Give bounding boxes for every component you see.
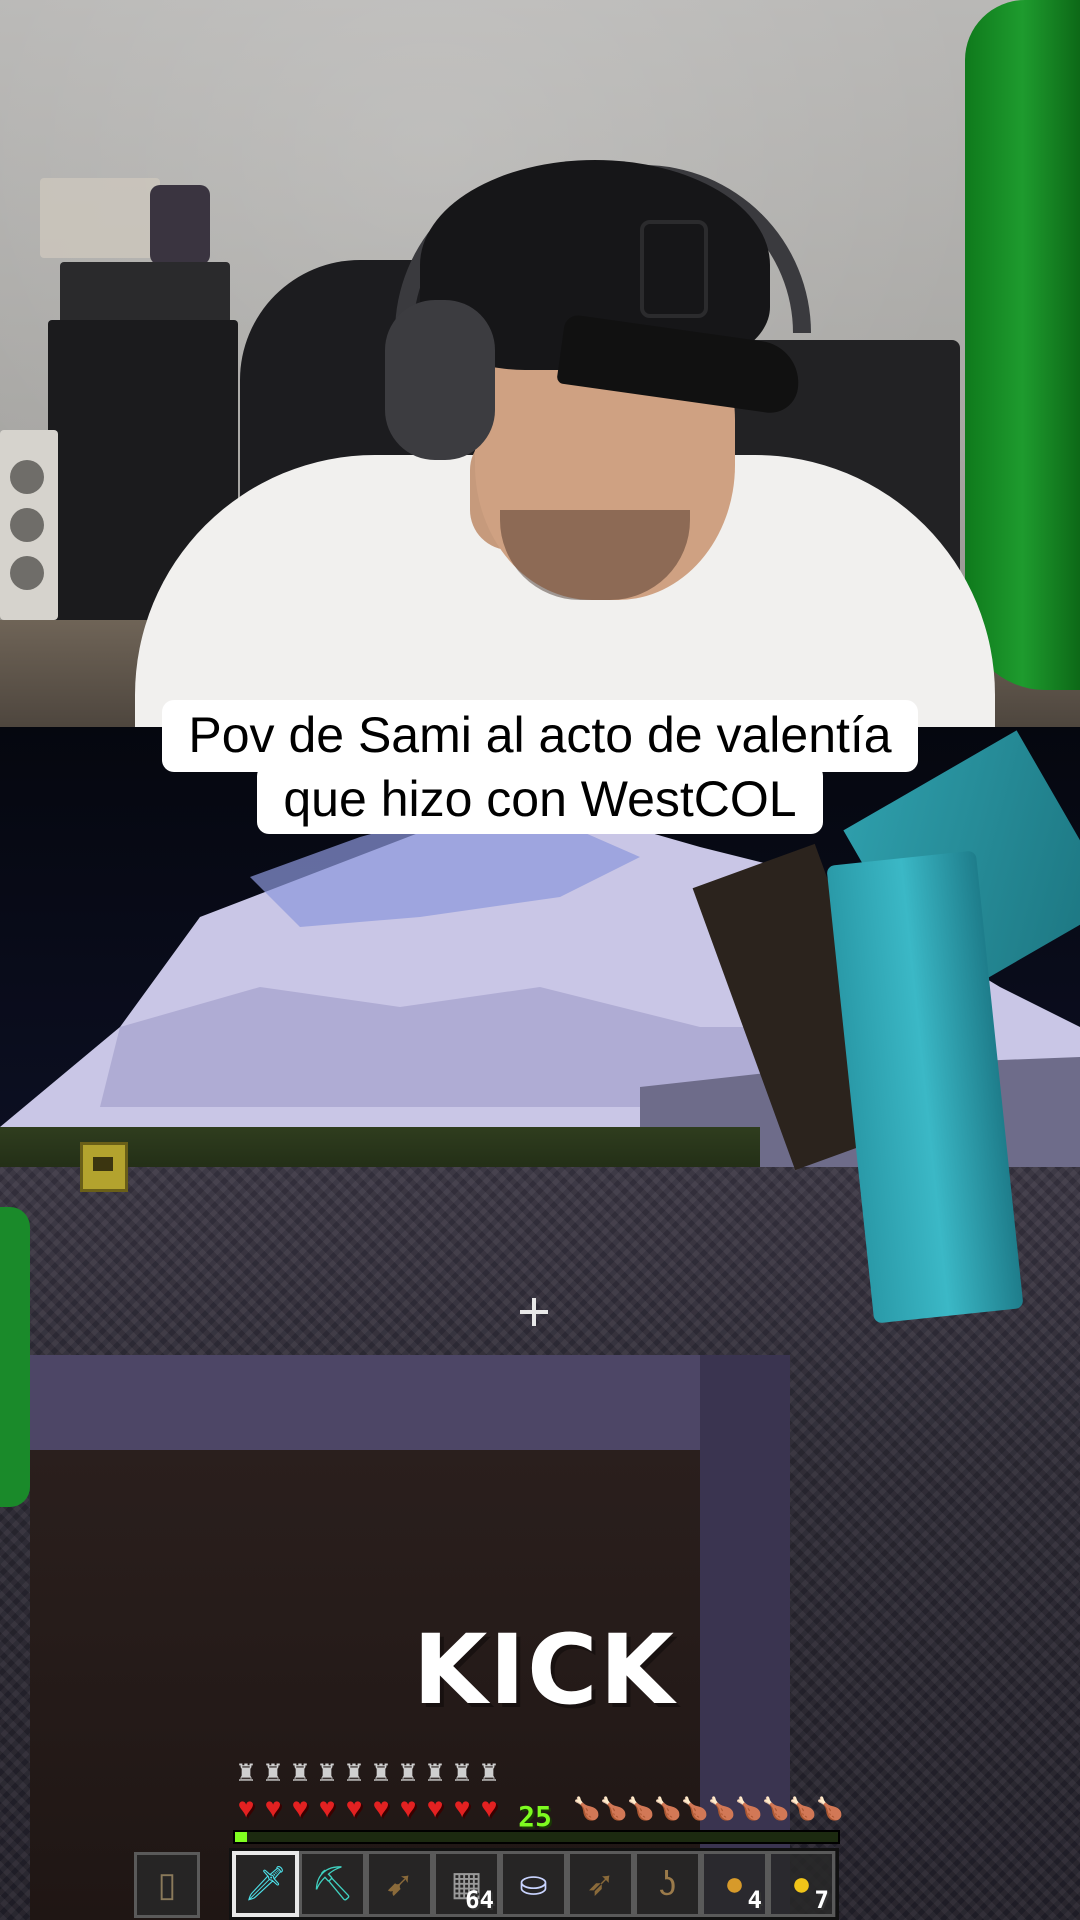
crosshair-icon <box>520 1298 548 1326</box>
kick-logo: KICK <box>413 1614 676 1726</box>
block-side <box>700 1355 790 1920</box>
minecraft-gameplay <box>0 727 1080 1920</box>
speaker-cone <box>10 460 44 494</box>
headphone-earcup <box>385 300 495 460</box>
block-top-edge <box>30 1355 790 1456</box>
speaker-cone <box>10 556 44 590</box>
caption: Pov de Sami al acto de valentía que hizo… <box>0 700 1080 834</box>
caption-line-2: que hizo con WestCOL <box>257 764 823 834</box>
webcam-feed <box>0 0 1080 727</box>
creeper-mob <box>80 1142 128 1192</box>
figurine <box>150 185 210 265</box>
speaker-cone <box>10 508 44 542</box>
green-screen-edge <box>0 1207 30 1507</box>
caption-line-1: Pov de Sami al acto de valentía <box>162 700 918 772</box>
shelf-items <box>40 178 160 258</box>
cap-logo <box>640 220 708 318</box>
speaker <box>0 430 58 620</box>
cabinet-top <box>60 262 230 328</box>
green-screen <box>965 0 1080 690</box>
